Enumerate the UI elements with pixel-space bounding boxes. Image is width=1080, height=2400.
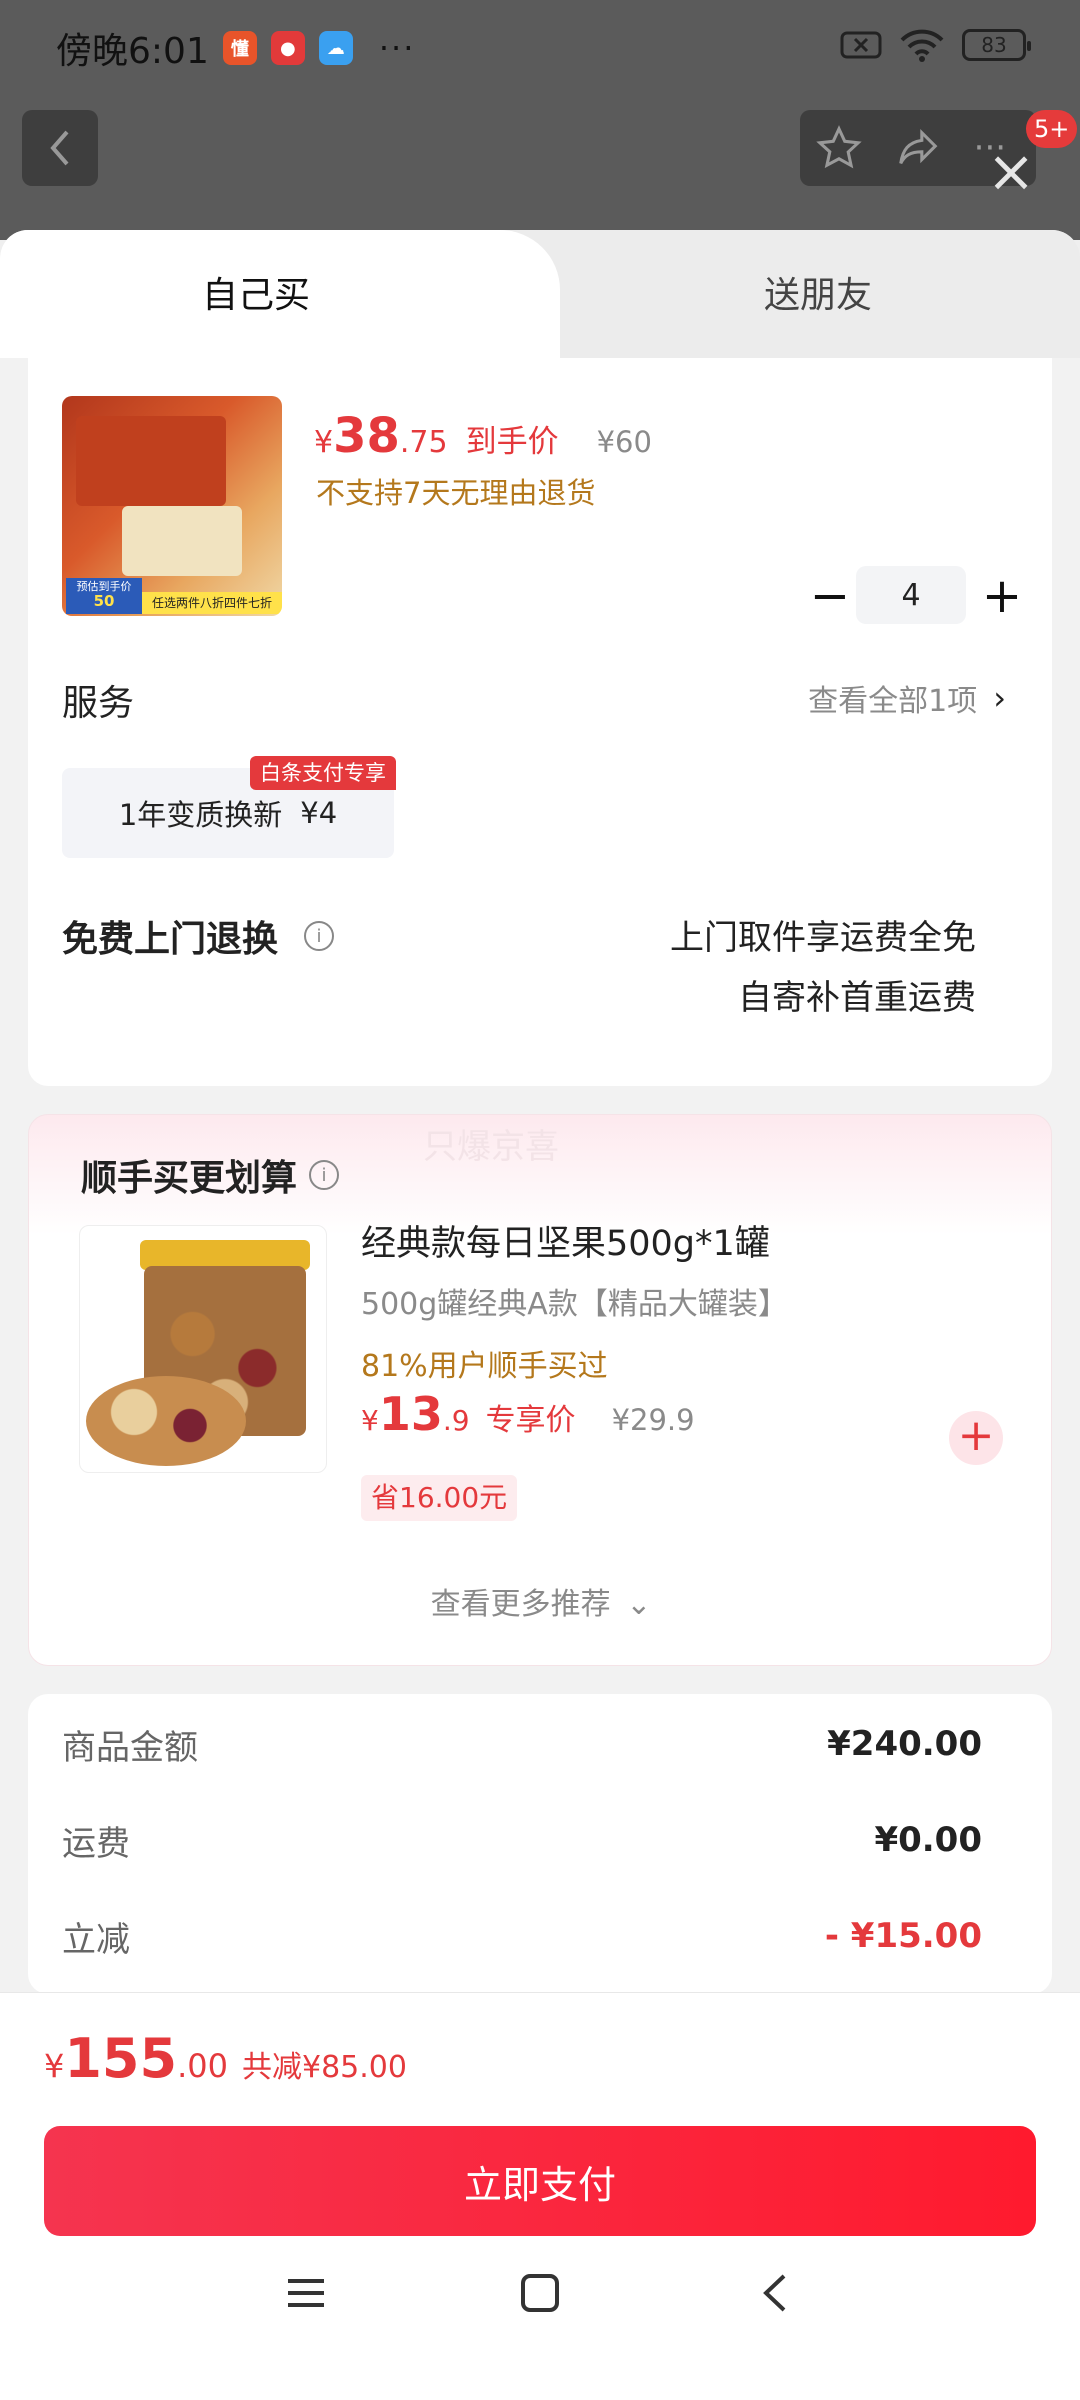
free-return-detail: 上门取件享运费全免 自寄补首重运费 — [670, 908, 976, 1028]
shipping-label: 运费 — [62, 1823, 130, 1864]
product-card: 预估到手价 50 任选两件八折四件七折 ¥ 38 .75 到手价 ¥60 不支持… — [28, 358, 1052, 1086]
free-return-title: 免费上门退换 — [62, 919, 279, 960]
quantity-input[interactable]: 4 — [856, 566, 966, 624]
discount-label: 立减 — [62, 1919, 130, 1960]
addon-card: 只爆京喜 顺手买更划算 i 经典款每日坚果500g*1罐 500g罐经典A款【精… — [28, 1114, 1052, 1666]
total-row: ¥ 155 .00 共减¥85.00 — [44, 2027, 407, 2090]
battery-level: 83 — [981, 33, 1007, 57]
addon-section-title: 顺手买更划算 — [81, 1158, 298, 1199]
addon-add-button[interactable]: + — [949, 1411, 1003, 1465]
favorite-star-icon[interactable] — [816, 125, 862, 171]
total-saved: 共减¥85.00 — [241, 2050, 407, 2085]
total-symbol: ¥ — [44, 2047, 65, 2085]
summary-row-goods: 商品金额 ¥240.00 — [62, 1714, 982, 1774]
pay-now-label: 立即支付 — [463, 2162, 616, 2207]
image-promo-price: 50 — [93, 592, 115, 610]
purchase-tabs: 送朋友 自己买 — [0, 230, 1080, 358]
battery-indicator: 83 — [962, 29, 1031, 61]
back-button[interactable] — [22, 110, 98, 186]
checkout-bar: ¥ 155 .00 共减¥85.00 立即支付 — [0, 1992, 1080, 2400]
tab-self-buy-label: 自己买 — [202, 275, 311, 316]
addon-price-tag: 专享价 — [485, 1403, 576, 1438]
price-tag: 到手价 — [465, 424, 559, 460]
chevron-right-icon: › — [993, 679, 1006, 717]
increase-quantity-button[interactable]: + — [972, 566, 1032, 626]
chevron-left-icon — [50, 130, 69, 166]
price-summary-card: 商品金额 ¥240.00 运费 ¥0.00 立减 - ¥15.00 — [28, 1694, 1052, 1994]
price-integer: 38 — [333, 408, 400, 464]
info-icon[interactable]: i — [309, 1160, 340, 1190]
addon-popularity: 81%用户顺手买过 — [361, 1349, 608, 1384]
addon-title-row: 顺手买更划算 i — [81, 1149, 340, 1201]
addon-product-spec: 500g罐经典A款【精品大罐装】 — [361, 1287, 788, 1322]
total-decimal: .00 — [177, 2047, 228, 2085]
addon-price-decimal: .9 — [442, 1404, 470, 1437]
addon-product-image[interactable] — [79, 1225, 327, 1473]
service-see-all-label: 查看全部1项 — [808, 684, 978, 719]
free-return-row: 免费上门退换 i — [62, 910, 335, 962]
more-notifications-icon: ··· — [378, 29, 416, 67]
status-bar: 傍晚6:01 懂 ● ☁ ··· 83 — [0, 0, 1080, 96]
status-time: 傍晚6:01 — [56, 31, 209, 72]
price-row: ¥ 38 .75 到手价 ¥60 — [314, 408, 652, 464]
addon-original-price: ¥29.9 — [611, 1403, 695, 1437]
free-return-line1: 上门取件享运费全免 — [670, 918, 976, 958]
service-option-badge: 白条支付专享 — [250, 756, 396, 790]
share-icon[interactable] — [895, 125, 941, 171]
summary-row-discount: 立减 - ¥15.00 — [62, 1906, 982, 1966]
see-more-label: 查看更多推荐 — [430, 1587, 611, 1622]
addon-price-row: ¥ 13 .9 专享价 ¥29.9 — [361, 1387, 695, 1441]
decrease-quantity-button[interactable]: − — [800, 566, 860, 626]
return-policy: 不支持7天无理由退货 — [316, 476, 596, 510]
service-option-label: 1年变质换新 — [118, 798, 283, 832]
summary-row-shipping: 运费 ¥0.00 — [62, 1810, 982, 1870]
home-icon[interactable] — [520, 2273, 560, 2313]
menu-icon[interactable] — [286, 2273, 326, 2313]
addon-watermark: 只爆京喜 — [423, 1127, 559, 1167]
sim-off-icon — [840, 31, 882, 59]
notification-app-icon: ● — [270, 31, 305, 65]
chevron-down-icon: ⌄ — [626, 1587, 652, 1622]
addon-save-tag: 省16.00元 — [361, 1475, 518, 1521]
back-icon[interactable] — [756, 2273, 796, 2313]
original-price: ¥60 — [596, 425, 652, 459]
addon-price-integer: 13 — [378, 1387, 443, 1441]
addon-product-name: 经典款每日坚果500g*1罐 — [361, 1224, 770, 1264]
free-return-line2: 自寄补首重运费 — [738, 978, 976, 1018]
price-decimal: .75 — [399, 425, 448, 460]
tab-gift-label: 送朋友 — [764, 275, 873, 316]
message-count-badge: 5+ — [1026, 110, 1078, 148]
addon-price-symbol: ¥ — [361, 1404, 379, 1437]
weather-icon: ☁ — [318, 31, 353, 65]
product-image[interactable]: 预估到手价 50 任选两件八折四件七折 — [62, 396, 282, 616]
notification-app-icon: 懂 — [222, 31, 257, 65]
info-icon[interactable]: i — [304, 921, 335, 951]
see-more-recommendations[interactable]: 查看更多推荐 ⌄ — [29, 1579, 1053, 1623]
price-symbol: ¥ — [314, 425, 334, 460]
close-icon[interactable]: × — [986, 142, 1036, 200]
total-integer: 155 — [64, 2027, 178, 2090]
shipping-value: ¥0.00 — [874, 1820, 982, 1860]
service-option-price: ¥4 — [300, 796, 338, 830]
wifi-icon — [900, 29, 944, 62]
goods-amount-value: ¥240.00 — [827, 1724, 982, 1764]
discount-value: - ¥15.00 — [824, 1916, 982, 1956]
image-promo-text: 任选两件八折四件七折 — [142, 592, 282, 614]
pay-now-button[interactable]: 立即支付 — [44, 2126, 1036, 2236]
goods-amount-label: 商品金额 — [62, 1727, 198, 1768]
service-see-all[interactable]: 查看全部1项 › — [808, 676, 1006, 720]
tab-self-buy[interactable]: 自己买 — [0, 230, 560, 358]
service-title: 服务 — [62, 683, 135, 724]
